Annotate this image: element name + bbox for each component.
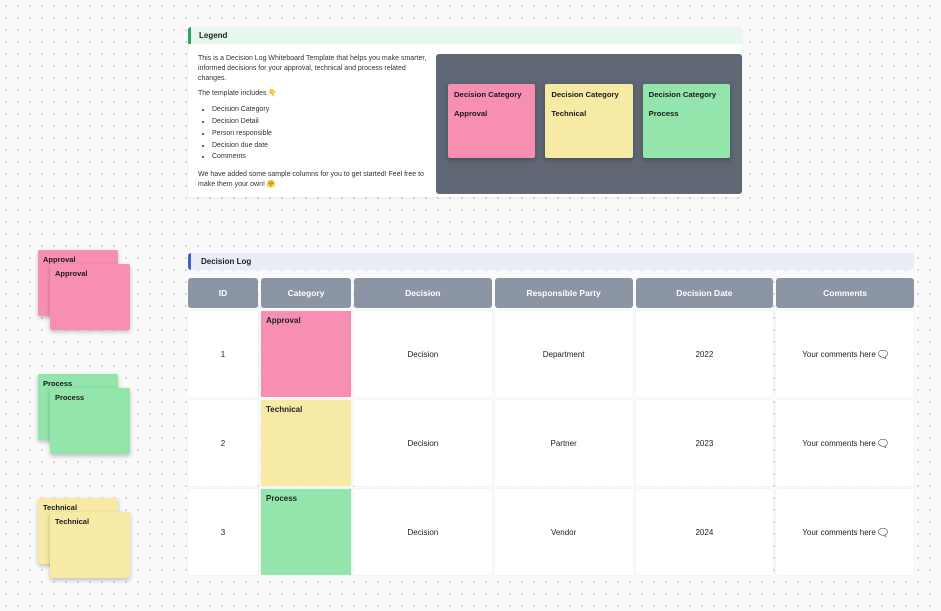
legend-text: This is a Decision Log Whiteboard Templa… <box>198 54 436 196</box>
sticky-label: Approval <box>55 269 88 278</box>
category-tag-technical: Technical <box>261 400 351 486</box>
col-header-party: Responsible Party <box>495 278 633 308</box>
cell-date[interactable]: 2024 <box>636 489 774 575</box>
sticky-stack-technical[interactable]: Technical Technical <box>38 498 130 580</box>
decision-log-title: Decision Log <box>188 253 914 270</box>
category-tag-process: Process <box>261 489 351 575</box>
cell-category[interactable]: Technical <box>261 400 351 486</box>
sticky-note[interactable]: Process <box>50 388 130 454</box>
legend-bullet-list: Decision Category Decision Detail Person… <box>212 105 428 162</box>
legend-title: Legend <box>188 27 742 44</box>
legend-panel: Legend This is a Decision Log Whiteboard… <box>188 27 742 197</box>
cell-id[interactable]: 2 <box>188 400 258 486</box>
decision-log-panel: Decision Log ID Category Decision Respon… <box>188 253 914 575</box>
swatch-approval[interactable]: Decision Category Approval <box>448 84 535 158</box>
sticky-stack-process[interactable]: Process Process <box>38 374 130 456</box>
sticky-note[interactable]: Technical <box>50 512 130 578</box>
legend-intro: This is a Decision Log Whiteboard Templa… <box>198 54 428 83</box>
swatch-label: Process <box>649 109 724 118</box>
col-header-category: Category <box>261 278 351 308</box>
cell-decision[interactable]: Decision <box>354 400 492 486</box>
col-header-date: Decision Date <box>636 278 774 308</box>
swatch-header: Decision Category <box>454 90 529 99</box>
swatch-header: Decision Category <box>649 90 724 99</box>
swatch-process[interactable]: Decision Category Process <box>643 84 730 158</box>
legend-bullet: Person responsible <box>212 129 428 139</box>
cell-id[interactable]: 1 <box>188 311 258 397</box>
cell-category[interactable]: Process <box>261 489 351 575</box>
cell-category[interactable]: Approval <box>261 311 351 397</box>
col-header-decision: Decision <box>354 278 492 308</box>
swatch-label: Approval <box>454 109 529 118</box>
cell-comments[interactable]: Your comments here 🗨️ <box>776 311 914 397</box>
cell-date[interactable]: 2023 <box>636 400 774 486</box>
legend-bullet: Decision Detail <box>212 117 428 127</box>
legend-footer: We have added some sample columns for yo… <box>198 170 428 190</box>
legend-bullet: Comments <box>212 152 428 162</box>
cell-decision[interactable]: Decision <box>354 489 492 575</box>
swatch-technical[interactable]: Decision Category Technical <box>545 84 632 158</box>
swatch-label: Technical <box>551 109 626 118</box>
cell-party[interactable]: Partner <box>495 400 633 486</box>
sticky-label: Technical <box>55 517 89 526</box>
cell-party[interactable]: Vendor <box>495 489 633 575</box>
sticky-note[interactable]: Approval <box>50 264 130 330</box>
swatch-header: Decision Category <box>551 90 626 99</box>
legend-bullet: Decision due date <box>212 141 428 151</box>
cell-id[interactable]: 3 <box>188 489 258 575</box>
cell-comments[interactable]: Your comments here 🗨️ <box>776 400 914 486</box>
cell-comments[interactable]: Your comments here 🗨️ <box>776 489 914 575</box>
legend-bullet: Decision Category <box>212 105 428 115</box>
legend-swatch-area: Decision Category Approval Decision Cate… <box>436 54 742 194</box>
col-header-id: ID <box>188 278 258 308</box>
sticky-stack-approval[interactable]: Approval Approval <box>38 250 130 332</box>
category-tag-approval: Approval <box>261 311 351 397</box>
sticky-label: Process <box>55 393 84 402</box>
col-header-comments: Comments <box>776 278 914 308</box>
cell-party[interactable]: Department <box>495 311 633 397</box>
decision-log-table: ID Category Decision Responsible Party D… <box>188 278 914 575</box>
legend-body: This is a Decision Log Whiteboard Templa… <box>188 44 742 206</box>
sticky-label: Approval <box>43 255 76 264</box>
cell-decision[interactable]: Decision <box>354 311 492 397</box>
sticky-label: Process <box>43 379 72 388</box>
cell-date[interactable]: 2022 <box>636 311 774 397</box>
sticky-label: Technical <box>43 503 77 512</box>
legend-includes-label: The template includes 👇 <box>198 89 428 99</box>
